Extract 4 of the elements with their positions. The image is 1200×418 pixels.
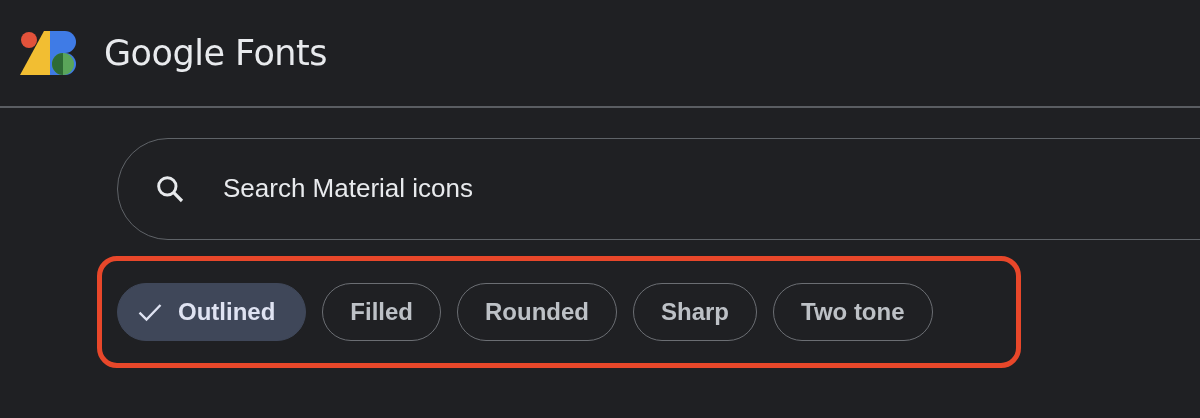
brand-name: Google Fonts	[104, 33, 327, 73]
style-chip[interactable]: Outlined	[117, 282, 307, 341]
logo-icon[interactable]	[20, 31, 78, 75]
search-field[interactable]: Search Material icons	[117, 137, 1200, 240]
